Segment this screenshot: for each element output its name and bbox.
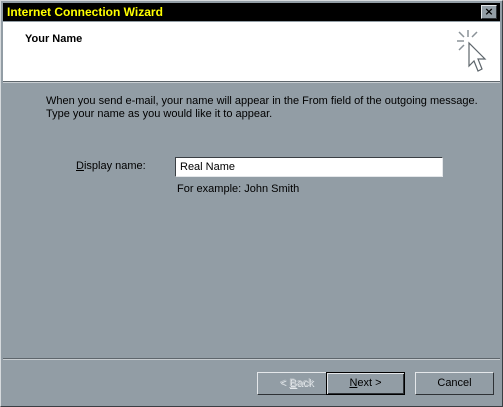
example-text: For example: John Smith — [177, 183, 300, 195]
intro-line-1: When you send e-mail, your name will app… — [46, 95, 478, 107]
header-divider-highlight — [3, 82, 500, 83]
wizard-header: Your Name — [3, 22, 500, 81]
back-button-prefix: < — [279, 377, 289, 389]
title-bar[interactable]: Internet Connection Wizard × — [3, 3, 500, 21]
display-name-label-text: isplay name: — [83, 160, 146, 172]
window-title: Internet Connection Wizard — [7, 5, 163, 19]
intro-text: When you send e-mail, your name will app… — [46, 95, 486, 121]
intro-line-2: Type your name as you would like it to a… — [46, 108, 273, 120]
back-button-label: ack — [296, 377, 314, 389]
next-button-label: ext > — [357, 377, 382, 389]
footer-divider-highlight — [3, 359, 500, 360]
display-name-label-accelerator: D — [76, 160, 84, 172]
back-button[interactable]: < Back — [257, 372, 336, 395]
page-title: Your Name — [25, 33, 83, 45]
display-name-label: Display name: — [76, 160, 146, 172]
next-button[interactable]: Next > — [326, 372, 405, 395]
display-name-input[interactable] — [175, 157, 443, 177]
wizard-cursor-sparkle-icon — [457, 30, 487, 72]
wizard-window: Internet Connection Wizard × Your Name W… — [0, 0, 503, 407]
close-button[interactable]: × — [481, 5, 497, 19]
cancel-button[interactable]: Cancel — [415, 372, 494, 395]
